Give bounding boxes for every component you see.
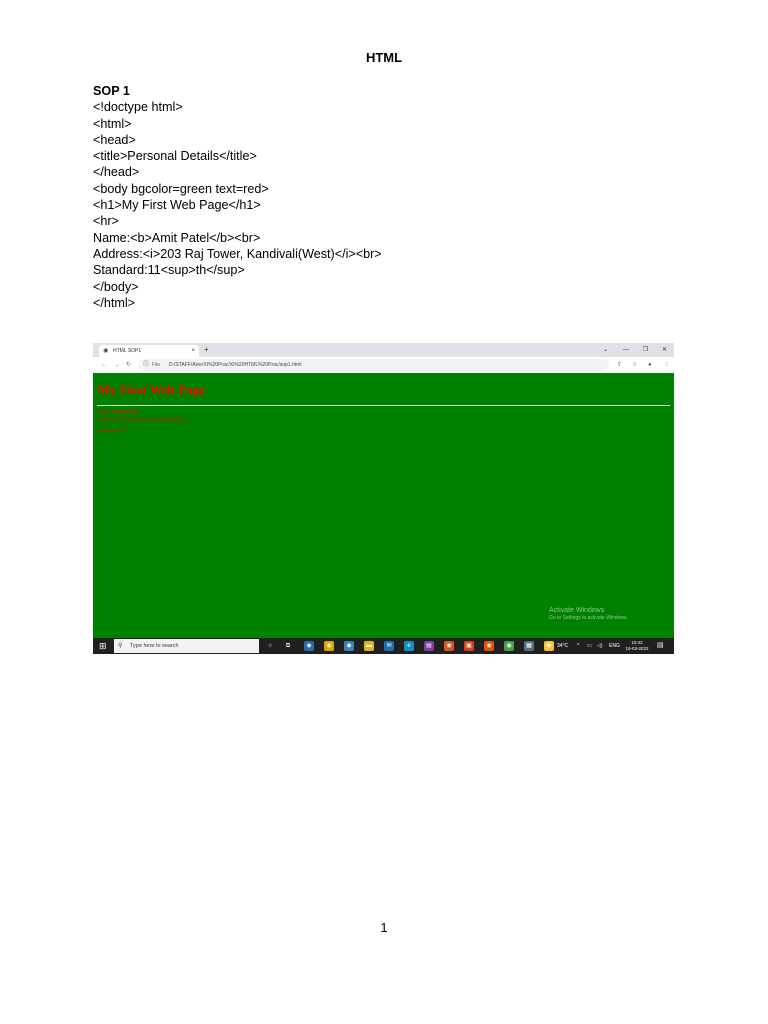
page-viewport: My First Web Page Name:Amit Patel Addres… xyxy=(93,373,674,638)
address-bar: ← → ↻ ⓘ File D:/STAFF/Aive/XI%20Prac/XI%… xyxy=(93,357,674,374)
code-line: <hr> xyxy=(93,214,119,229)
cortana-icon[interactable]: ○ xyxy=(265,641,275,651)
name-value: Amit Patel xyxy=(112,409,138,415)
rendered-address-line: Address:203 Raj Tower, Kandivali(West) xyxy=(98,416,186,424)
code-line: <body bgcolor=green text=red> xyxy=(93,181,269,196)
volume-icon[interactable]: ◁) xyxy=(597,638,603,654)
rendered-details: Name:Amit Patel Address:203 Raj Tower, K… xyxy=(98,408,186,435)
search-placeholder: Type here to search xyxy=(130,643,179,649)
close-window-icon[interactable]: ✕ xyxy=(662,344,667,356)
close-tab-icon[interactable]: × xyxy=(191,345,195,357)
code-listing: SOP 1 <!doctype html> <html> <head> <tit… xyxy=(93,83,693,311)
url-text: D:/STAFF/Aive/XI%20Prac/XI%20HTML%20Prac… xyxy=(169,362,302,368)
forward-icon[interactable]: → xyxy=(114,359,120,371)
code-line: </html> xyxy=(93,295,135,310)
activate-windows-watermark: Activate Windows Go to Settings to activ… xyxy=(549,606,628,622)
notification-icon[interactable]: ▤ xyxy=(657,640,664,652)
code-line: <h1>My First Web Page</h1> xyxy=(93,198,261,213)
page-number: 1 xyxy=(380,920,388,935)
clock-date: 16-03-2022 xyxy=(625,646,649,651)
back-icon[interactable]: ← xyxy=(101,359,107,371)
share-icon[interactable]: ⇪ xyxy=(617,359,622,371)
taskbar-search-input[interactable]: ⚲ Type here to search xyxy=(114,639,259,653)
code-line: </head> xyxy=(93,165,140,180)
address-value: 203 Raj Tower, Kandivali(West) xyxy=(117,417,186,423)
browser-tab[interactable]: ◉ HTML SOP1 × xyxy=(99,345,199,357)
rendered-standard-line: Standard:11th xyxy=(98,424,186,435)
app-icon[interactable]: ◆ xyxy=(304,641,314,651)
standard-sup: th xyxy=(123,426,127,430)
tab-title: HTML SOP1 xyxy=(113,348,142,354)
file-label: File xyxy=(152,362,161,368)
rendered-divider xyxy=(97,405,670,406)
code-line: Name:<b>Amit Patel</b><br> xyxy=(93,230,261,245)
firefox-icon[interactable]: ◉ xyxy=(444,641,454,651)
chevron-down-icon[interactable]: ⌄ xyxy=(603,344,608,356)
rendered-heading: My First Web Page xyxy=(98,382,205,397)
code-line: Address:<i>203 Raj Tower, Kandivali(West… xyxy=(93,246,382,261)
file-explorer-icon[interactable]: ▬ xyxy=(364,641,374,651)
watermark-subtitle: Go to Settings to activate Windows. xyxy=(549,615,628,621)
watermark-title: Activate Windows xyxy=(549,607,605,614)
address-label: Address: xyxy=(98,417,118,423)
code-line: </body> xyxy=(93,279,139,294)
name-label: Name: xyxy=(98,409,113,415)
restore-icon[interactable]: ❐ xyxy=(643,344,648,356)
code-line: <title>Personal Details</title> xyxy=(93,149,257,164)
section-heading: SOP 1 xyxy=(93,84,130,98)
edge-icon[interactable]: e xyxy=(404,641,414,651)
taskbar: ⊞ ⚲ Type here to search ○ ⧉ ◆ ◉ ◆ ▬ ✉ e … xyxy=(93,638,674,654)
code-line: <!doctype html> xyxy=(93,100,183,115)
weather-icon[interactable]: ☀ xyxy=(545,638,549,654)
clock[interactable]: 10:42 16-03-2022 xyxy=(624,640,650,652)
search-icon: ⚲ xyxy=(118,643,123,649)
new-tab-button[interactable]: + xyxy=(204,344,209,356)
app-icon[interactable]: ▦ xyxy=(524,641,534,651)
star-icon[interactable]: ☆ xyxy=(632,359,637,371)
code-line: Standard:11<sup>th</sup> xyxy=(93,263,245,278)
app-icon[interactable]: ▤ xyxy=(424,641,434,651)
code-line: <head> xyxy=(93,132,136,147)
menu-icon[interactable]: ⋮ xyxy=(664,359,670,371)
standard-label: Standard:11 xyxy=(98,427,124,434)
tab-bar: ◉ HTML SOP1 × + ⌄ — ❐ ✕ xyxy=(93,343,674,357)
chrome-icon[interactable]: ◉ xyxy=(324,641,334,651)
network-icon[interactable]: ▭ xyxy=(587,638,592,654)
reload-icon[interactable]: ↻ xyxy=(126,359,131,371)
globe-icon: ◉ xyxy=(103,348,109,354)
weather-temp[interactable]: 34°C xyxy=(557,638,568,654)
language-indicator[interactable]: ENG xyxy=(609,638,620,654)
code-line: <html> xyxy=(93,116,132,131)
mail-icon[interactable]: ✉ xyxy=(384,641,394,651)
profile-icon[interactable]: ● xyxy=(648,359,652,371)
info-icon[interactable]: ⓘ xyxy=(143,359,149,371)
url-field[interactable]: ⓘ File D:/STAFF/Aive/XI%20Prac/XI%20HTML… xyxy=(139,359,609,371)
browser-screenshot: ◉ HTML SOP1 × + ⌄ — ❐ ✕ ← → ↻ ⓘ File D:/… xyxy=(93,343,674,654)
chevron-up-icon[interactable]: ^ xyxy=(577,638,579,654)
app-icon[interactable]: ▣ xyxy=(464,641,474,651)
app-icon[interactable]: ◉ xyxy=(484,641,494,651)
windows-start-icon[interactable]: ⊞ xyxy=(99,640,107,652)
app-icon[interactable]: ◉ xyxy=(504,641,514,651)
minimize-icon[interactable]: — xyxy=(623,344,629,356)
rendered-name-line: Name:Amit Patel xyxy=(98,408,186,416)
task-view-icon[interactable]: ⧉ xyxy=(283,641,293,651)
app-icon[interactable]: ◆ xyxy=(344,641,354,651)
document-title: HTML xyxy=(365,50,403,65)
